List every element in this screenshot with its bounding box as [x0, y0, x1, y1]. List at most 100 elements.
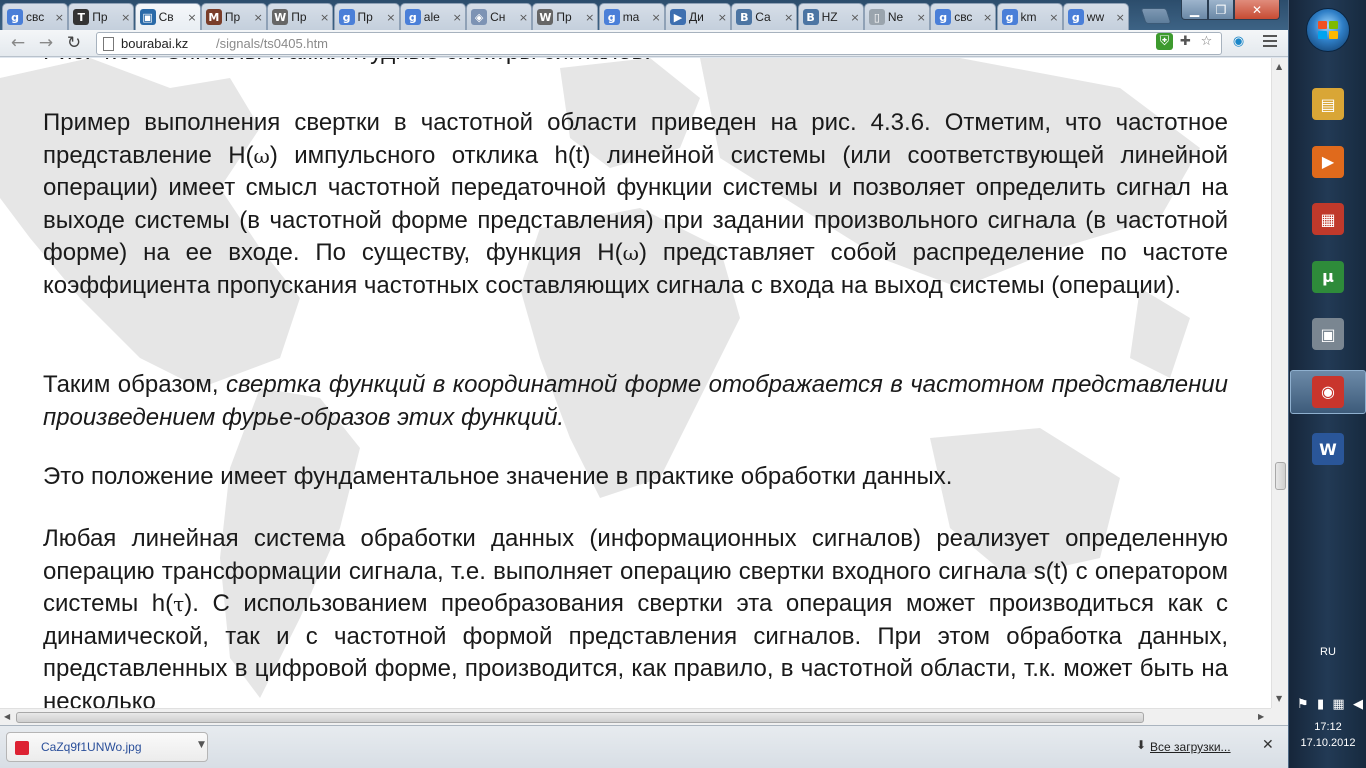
- browser-tab[interactable]: T Пр ×: [68, 3, 135, 30]
- google-g-icon: g: [603, 9, 620, 25]
- tab-close-icon[interactable]: ×: [320, 11, 329, 24]
- tab-close-icon[interactable]: ×: [453, 11, 462, 24]
- tab-close-icon[interactable]: ×: [718, 11, 727, 24]
- tab-close-icon[interactable]: ×: [651, 11, 660, 24]
- tab-close-icon[interactable]: ×: [187, 11, 196, 24]
- tab-close-icon[interactable]: ×: [917, 11, 926, 24]
- browser-tab[interactable]: W Пр ×: [532, 3, 599, 30]
- browser-tab[interactable]: M Пр ×: [200, 3, 267, 30]
- tab-close-icon[interactable]: ×: [784, 11, 793, 24]
- scroll-right-arrow-icon[interactable]: ▶: [1258, 712, 1264, 721]
- back-button[interactable]: ←: [6, 32, 30, 54]
- bookmark-star-icon[interactable]: ☆: [1198, 33, 1215, 50]
- browser-window: g свс × T Пр × ▣ Св × M Пр × W Пр × g Пр × g ale × ◈ Сн × W Пр × g m…: [0, 0, 1288, 768]
- browser-tab[interactable]: W Пр ×: [267, 3, 334, 30]
- page-favicon-icon: ◈: [471, 9, 488, 25]
- taskbar-app-button[interactable]: ◉: [1290, 369, 1366, 414]
- tab-label: Св: [158, 10, 174, 24]
- page-viewport: Рис. 4.3.6. Сигналы и амплитудные спектр…: [0, 58, 1271, 708]
- vertical-scroll-thumb[interactable]: [1275, 462, 1286, 490]
- action-center-flag-icon[interactable]: ⚑: [1297, 697, 1309, 712]
- minimize-button[interactable]: ▁: [1181, 0, 1208, 20]
- reload-icon[interactable]: ↻: [62, 32, 86, 54]
- vertical-scrollbar[interactable]: ▲ ▼: [1271, 58, 1288, 708]
- tab-close-icon[interactable]: ×: [121, 11, 130, 24]
- shield-extension-icon[interactable]: ⛨: [1156, 33, 1173, 50]
- tab-strip: g свс × T Пр × ▣ Св × M Пр × W Пр × g Пр × g ale × ◈ Сн × W Пр × g m…: [0, 0, 1288, 30]
- horizontal-scrollbar[interactable]: ◀ ▶: [0, 708, 1271, 725]
- scroll-up-arrow-icon[interactable]: ▲: [1276, 62, 1282, 71]
- tab-label: свс: [954, 10, 973, 24]
- browser-tab[interactable]: g ww ×: [1062, 3, 1129, 30]
- download-item[interactable]: CaZq9f1UNWo.jpg ▼: [6, 732, 208, 762]
- browser-tab[interactable]: g km ×: [996, 3, 1063, 30]
- address-bar[interactable]: bourabai.kz /signals/ts0405.htm: [96, 32, 1222, 55]
- tab-close-icon[interactable]: ×: [585, 11, 594, 24]
- taskbar-app-button[interactable]: ▶: [1290, 140, 1366, 184]
- translate-eye-icon[interactable]: ◉: [1230, 33, 1247, 50]
- wikipedia-w-icon: W: [537, 9, 554, 25]
- paragraph-1: Пример выполнения свертки в частотной об…: [43, 109, 1228, 299]
- clock-time[interactable]: 17:12: [1289, 721, 1366, 733]
- image-file-icon: [15, 741, 29, 755]
- browser-tab[interactable]: g ma ×: [598, 3, 665, 30]
- puzzle-extension-icon[interactable]: ✚: [1177, 33, 1194, 50]
- browser-tab[interactable]: ▣ Св ×: [134, 3, 201, 30]
- download-shelf: CaZq9f1UNWo.jpg ▼ ⬇ Все загрузки... ✕: [0, 725, 1288, 768]
- tab-label: Пр: [92, 10, 108, 24]
- tab-close-icon[interactable]: ×: [1049, 11, 1058, 24]
- horizontal-scroll-thumb[interactable]: [16, 712, 1144, 723]
- close-icon[interactable]: ✕: [1262, 737, 1274, 753]
- tab-close-icon[interactable]: ×: [850, 11, 859, 24]
- power-icon[interactable]: ▮: [1317, 697, 1324, 712]
- network-icon[interactable]: ▦: [1332, 697, 1344, 712]
- vk-logo-icon: B: [802, 9, 819, 25]
- tab-label: Сн: [490, 10, 506, 24]
- volume-icon[interactable]: ◀: [1353, 697, 1363, 712]
- tab-label: Ди: [689, 10, 704, 24]
- windows-logo-icon: [1318, 21, 1338, 39]
- browser-tab[interactable]: ▯ Ne ×: [863, 3, 930, 30]
- window-close-button[interactable]: ✕: [1234, 0, 1280, 20]
- taskbar-app-button[interactable]: ▦: [1290, 197, 1366, 241]
- start-button[interactable]: [1306, 8, 1350, 52]
- maximize-button[interactable]: ❐: [1208, 0, 1234, 20]
- windows-taskbar: ▤ ▶ ▦ µ ▣ ◉ W RU ⚑ ▮ ▦ ◀ 17:12 17.10.2012: [1288, 0, 1366, 768]
- tab-label: km: [1020, 10, 1037, 24]
- taskbar-app-button[interactable]: ▣: [1290, 312, 1366, 356]
- taskbar-app-button[interactable]: ▤: [1290, 82, 1366, 126]
- language-indicator[interactable]: RU: [1289, 646, 1366, 658]
- paragraph-3: Это положение имеет фундаментальное знач…: [43, 463, 953, 490]
- tab-close-icon[interactable]: ×: [386, 11, 395, 24]
- paragraph-4: Любая линейная система обработки данных …: [43, 525, 1229, 708]
- tab-close-icon[interactable]: ×: [519, 11, 528, 24]
- browser-tab[interactable]: g ale ×: [399, 3, 466, 30]
- all-downloads-link[interactable]: Все загрузки...: [1150, 740, 1231, 754]
- google-g-icon: g: [404, 9, 421, 25]
- forward-button[interactable]: →: [34, 32, 58, 54]
- tab-label: Ne: [887, 10, 904, 24]
- browser-tab[interactable]: g Пр ×: [333, 3, 400, 30]
- tab-close-icon[interactable]: ×: [983, 11, 992, 24]
- browser-tab[interactable]: g свс ×: [930, 3, 997, 30]
- scroll-down-arrow-icon[interactable]: ▼: [1276, 694, 1282, 703]
- tab-close-icon[interactable]: ×: [55, 11, 64, 24]
- tab-close-icon[interactable]: ×: [1116, 11, 1125, 24]
- t-logo-icon: T: [73, 9, 90, 25]
- browser-tab[interactable]: g свс ×: [2, 3, 68, 30]
- taskbar-app-button[interactable]: W: [1290, 427, 1366, 471]
- browser-tab[interactable]: ◈ Сн ×: [466, 3, 533, 30]
- taskbar-app-button[interactable]: µ: [1290, 255, 1366, 299]
- new-tab-button[interactable]: [1140, 8, 1172, 24]
- browser-tab[interactable]: ▶ Ди ×: [665, 3, 731, 30]
- scroll-left-arrow-icon[interactable]: ◀: [4, 712, 10, 721]
- tab-label: Пр: [357, 10, 373, 24]
- browser-tab[interactable]: B HZ ×: [797, 3, 864, 30]
- m-logo-icon: M: [205, 9, 222, 25]
- tab-label: Ca: [755, 10, 771, 24]
- browser-tab[interactable]: B Ca ×: [731, 3, 798, 30]
- clock-date[interactable]: 17.10.2012: [1289, 737, 1366, 749]
- chrome-menu-icon[interactable]: [1263, 35, 1277, 51]
- tab-close-icon[interactable]: ×: [254, 11, 263, 24]
- chevron-down-icon[interactable]: ▼: [198, 740, 205, 750]
